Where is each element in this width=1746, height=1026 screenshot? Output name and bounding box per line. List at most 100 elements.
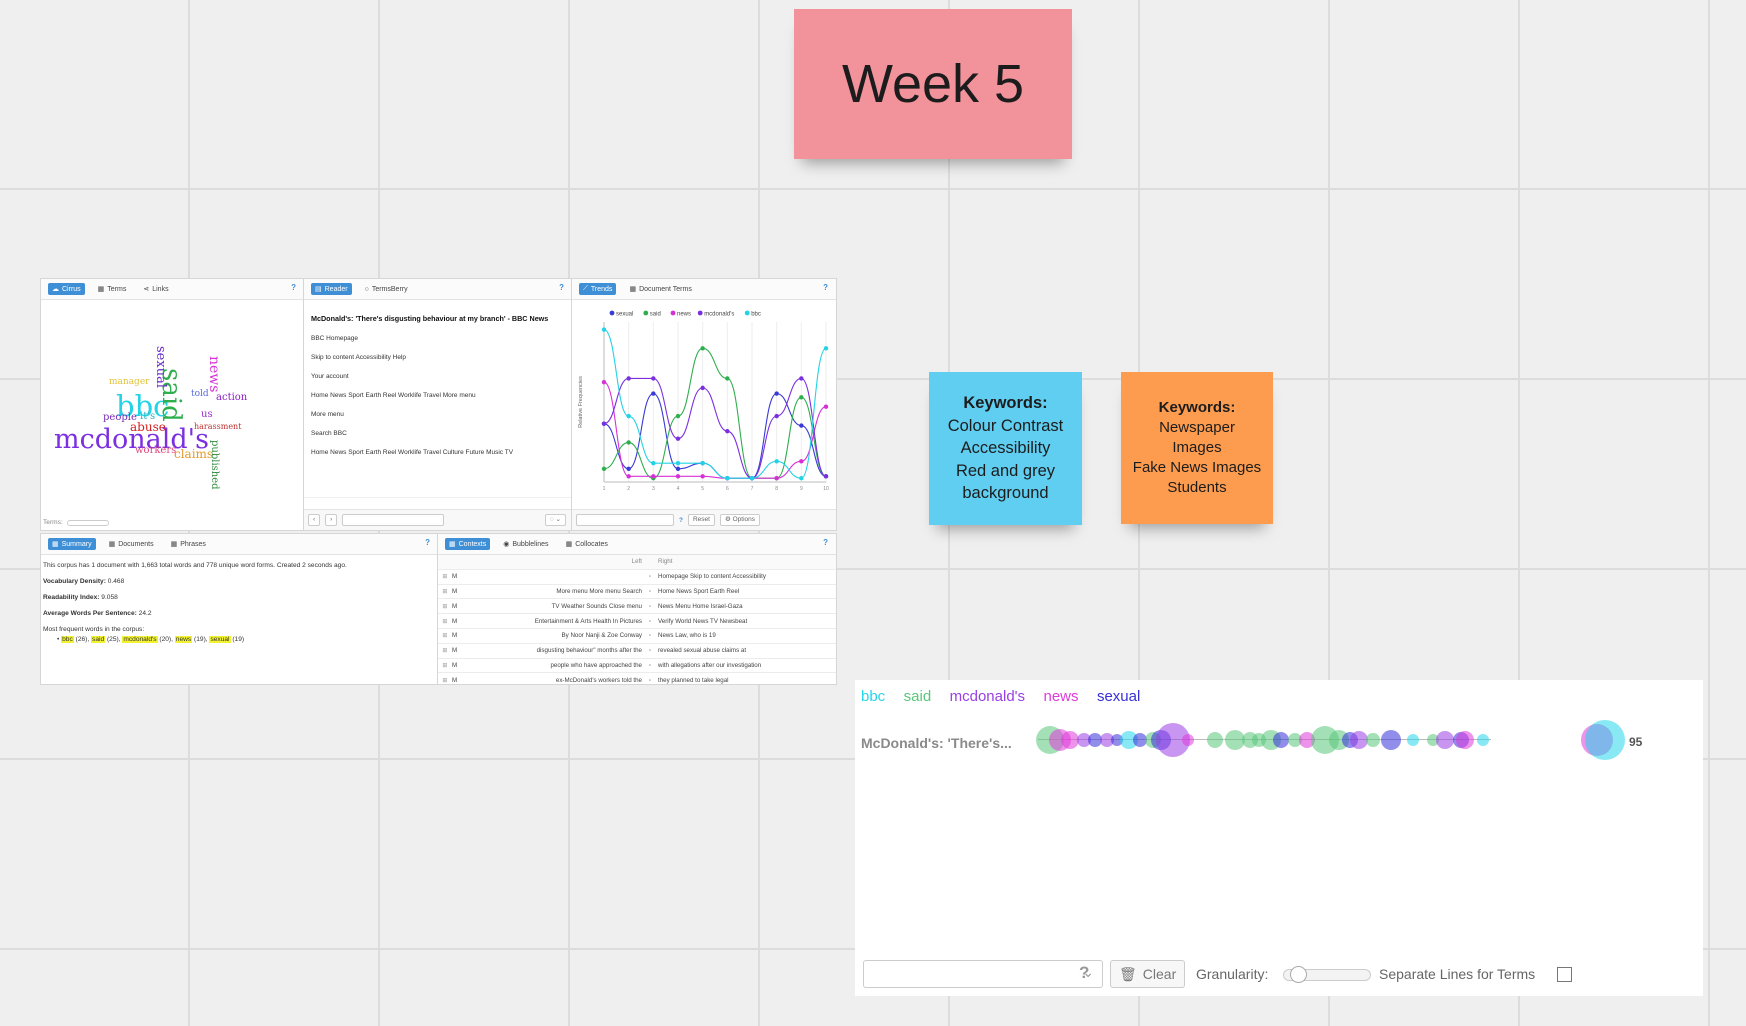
table-row[interactable]: ⊞ M By Noor Nanji & Zoe Conway ◦ News Law, w… (438, 629, 836, 644)
tab-reader[interactable]: ▤ Reader (311, 283, 352, 295)
expand-icon[interactable]: ⊞ (438, 603, 452, 610)
term-bubble[interactable] (1182, 734, 1194, 746)
term-bubble[interactable] (1477, 734, 1489, 746)
term-bubble[interactable] (1407, 734, 1419, 746)
keywords-sticky-blue[interactable]: Keywords: Colour Contrast Accessibility … (929, 372, 1082, 525)
reader-panel: ▤ Reader ○ TermsBerry ? McDonald's: 'There… (303, 278, 573, 531)
vocab-density: Vocabulary Density: 0.468 (43, 578, 125, 585)
freq-term[interactable]: mcdonald's (122, 636, 158, 643)
cloud-word[interactable]: action (216, 393, 247, 403)
tab-documents[interactable]: ▦ Documents (105, 538, 158, 550)
keyword-line: Red and grey (955, 461, 1056, 480)
keyword-line: Students (1167, 479, 1227, 496)
slider-thumb[interactable] (1290, 966, 1307, 983)
help-icon[interactable]: ? (823, 283, 828, 292)
table-row[interactable]: ⊞ Mpeople who have approached the ◦ with al… (438, 659, 836, 674)
tab-collocates[interactable]: ▦ Collocates (562, 538, 612, 550)
keywords-sticky-orange[interactable]: Keywords: Newspaper Images Fake News Ima… (1121, 372, 1273, 524)
term-bubble[interactable] (1381, 730, 1401, 750)
tab-terms[interactable]: ▦ Terms (94, 283, 131, 295)
table-icon: ▦ (170, 541, 178, 548)
tab-contexts[interactable]: ▦ Contexts (445, 538, 491, 550)
granularity-slider[interactable] (1283, 966, 1371, 983)
table-row[interactable]: ⊞ M ◦ Homepage Skip to content Accessibilit… (438, 570, 836, 585)
tab-document-terms[interactable]: ▦ Document Terms (625, 283, 695, 295)
column-right[interactable]: Right (654, 558, 836, 565)
table-row[interactable]: ⊞ M TV Weather Sounds Close menu ◦ News Menu… (438, 599, 836, 615)
next-button[interactable]: › (325, 514, 338, 526)
expand-icon[interactable]: ⊞ (438, 573, 452, 580)
column-left[interactable]: Left (470, 558, 646, 565)
term-bubble[interactable] (1585, 720, 1625, 760)
help-icon[interactable]: ? (679, 517, 683, 524)
term-search-input[interactable]: ⌄ (863, 960, 1103, 988)
reader-paragraph: Home News Sport Earth Reel Worklife Trav… (311, 449, 514, 456)
legend-label: bbc (751, 312, 761, 318)
trends-footer: ? Reset ⚙ Options (572, 509, 836, 530)
legend-marker (670, 310, 676, 316)
cloud-word[interactable]: claims (174, 448, 213, 460)
cloud-word[interactable]: workers (135, 446, 176, 456)
tab-phrases[interactable]: ▦ Phrases (167, 538, 210, 550)
table-row[interactable]: ⊞ Mdisgusting behaviour" months after the… (438, 644, 836, 659)
freq-term[interactable]: said (91, 636, 106, 643)
help-icon[interactable]: ? (823, 538, 828, 547)
cloud-word[interactable]: manager (109, 378, 149, 387)
term-bubble[interactable] (1436, 731, 1454, 749)
cloud-word[interactable]: published (209, 440, 220, 490)
tab-bubblelines[interactable]: ◉ Bubblelines (499, 538, 552, 550)
tab-termsberry[interactable]: ○ TermsBerry (361, 284, 412, 295)
reader-search-input[interactable] (342, 514, 445, 526)
terms-slider[interactable] (66, 519, 109, 526)
reader-content[interactable]: McDonald's: 'There's disgusting behaviou… (304, 300, 572, 498)
bulb-button[interactable]: ◌ ⌄ (544, 514, 566, 526)
cloud-word[interactable]: news (206, 356, 222, 392)
cloud-word[interactable]: it's (140, 412, 155, 422)
freq-term[interactable]: bbc (61, 636, 74, 643)
table-row[interactable]: ⊞ M Entertainment & Arts Health In Picture… (438, 614, 836, 629)
trends-select[interactable] (576, 514, 674, 526)
expand-icon[interactable]: ⊞ (438, 618, 452, 625)
cloud-word[interactable]: told (191, 390, 209, 399)
term-bubble[interactable] (1366, 733, 1380, 747)
trends-tabs: ⟋ Trends ▦ Document Terms ? (572, 279, 836, 300)
cloud-word[interactable]: us (201, 410, 213, 420)
reset-button[interactable]: Reset (687, 514, 715, 526)
options-button[interactable]: ⚙ Options (719, 514, 761, 526)
expand-icon[interactable]: ⊞ (438, 588, 452, 595)
term-bubble[interactable] (1207, 732, 1223, 748)
tab-summary[interactable]: ▦ Summary (48, 538, 96, 550)
term-bubble[interactable] (1273, 732, 1289, 748)
series-line (603, 328, 827, 479)
help-icon[interactable]: ? (559, 283, 564, 292)
freq-term[interactable]: news (174, 636, 193, 643)
expand-icon[interactable]: ⊞ (438, 647, 452, 654)
data-point (626, 376, 631, 381)
cloud-word[interactable]: sexual (153, 346, 168, 388)
cloud-word[interactable]: harassment (194, 423, 241, 431)
freq-term[interactable]: sexual (209, 636, 231, 643)
data-point (626, 466, 631, 472)
expand-icon[interactable]: ⊞ (438, 677, 452, 684)
expand-icon[interactable]: ⊞ (438, 632, 452, 639)
tab-cirrus[interactable]: ☁ Cirrus (48, 283, 85, 295)
data-point (601, 380, 607, 385)
help-icon[interactable]: ? (1079, 963, 1089, 983)
table-row[interactable]: ⊞ Mex-McDonald's workers told the ◦ they pl… (438, 673, 836, 684)
x-tick-label: 9 (800, 486, 803, 492)
help-icon[interactable]: ? (291, 283, 296, 292)
help-icon[interactable]: ? (425, 538, 430, 547)
bubblelines-panel: bbc said mcdonald's news sexual McDonald… (855, 680, 1703, 996)
data-point (675, 474, 681, 479)
cloud-word[interactable]: people (103, 413, 137, 423)
tab-links[interactable]: ⋖ Links (139, 283, 172, 295)
clear-button[interactable]: 🗑 Clear (1110, 960, 1186, 988)
prev-button[interactable]: ‹ (308, 514, 321, 526)
table-row[interactable]: ⊞ M More menu More menu Search ◦ Home News S… (438, 585, 836, 600)
separate-lines-checkbox[interactable] (1557, 967, 1572, 982)
tab-trends[interactable]: ⟋ Trends (579, 283, 617, 295)
week-sticky-note[interactable]: Week 5 (794, 9, 1072, 159)
bubble-line[interactable] (855, 680, 1703, 800)
expand-icon[interactable]: ⊞ (438, 662, 452, 669)
term-bubble[interactable] (1456, 731, 1474, 749)
